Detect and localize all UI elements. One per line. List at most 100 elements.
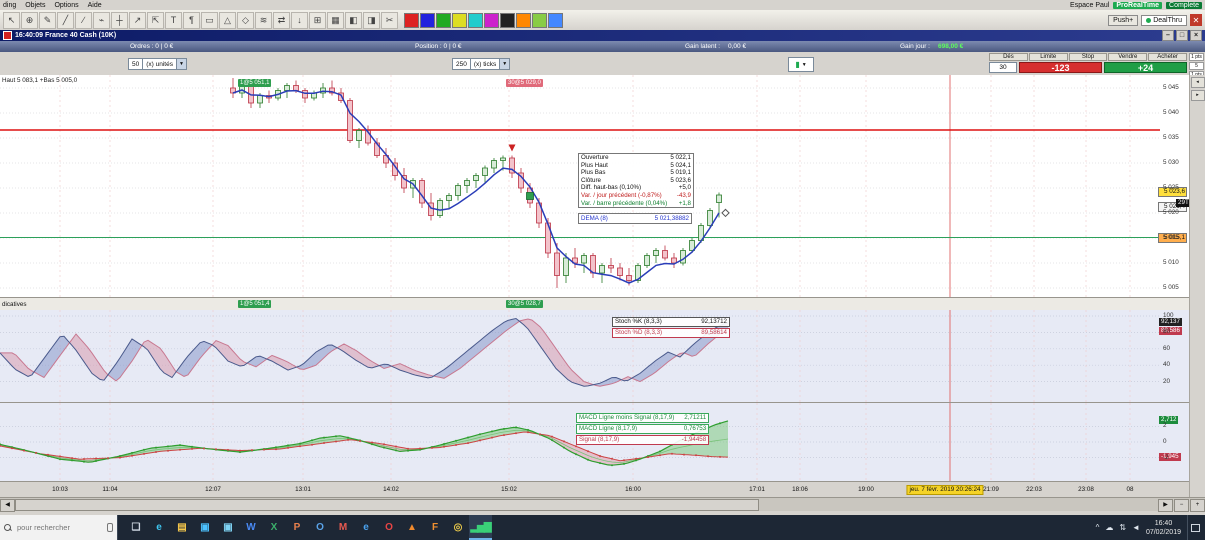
- stochastic-panel[interactable]: Stoch %K (8,3,3) 92,13712 Stoch %D (8,3,…: [0, 310, 1190, 402]
- volume-icon[interactable]: ◄: [1132, 523, 1140, 532]
- expand-panel-icon[interactable]: ▸: [1190, 90, 1205, 101]
- chart-style-icon[interactable]: ▦: [327, 11, 344, 29]
- restore-icon[interactable]: □: [1176, 30, 1188, 41]
- ticks-unit[interactable]: (x) ticks: [470, 58, 501, 70]
- color-swatch-0[interactable]: [404, 12, 419, 28]
- zoom-out-icon[interactable]: −: [1174, 499, 1189, 512]
- zoom-in-icon[interactable]: +: [1190, 499, 1205, 512]
- order-tab-limite[interactable]: Limite: [1028, 53, 1068, 61]
- vlc-icon[interactable]: ▲: [400, 515, 423, 540]
- sell-button[interactable]: -123: [1019, 62, 1102, 73]
- chevron-down-icon: ▼: [801, 61, 807, 68]
- notification-center-icon[interactable]: [1187, 515, 1202, 540]
- window-titlebar[interactable]: 16:40:09 France 40 Cash (10K) – □ ×: [0, 30, 1205, 41]
- arrow-down-icon[interactable]: ↓: [291, 11, 308, 29]
- trend-arrow-icon[interactable]: ↗: [129, 11, 146, 29]
- price-chart-panel[interactable]: Haut 5 083,1 +Bas 5 005,0 1@5 051,1 30@5…: [0, 75, 1190, 297]
- ticks-selector[interactable]: 250 (x) ticks ▼: [452, 58, 511, 70]
- color-swatch-4[interactable]: [468, 12, 483, 28]
- split-right-icon[interactable]: ◨: [363, 11, 380, 29]
- color-swatch-9[interactable]: [548, 12, 563, 28]
- minimize-icon[interactable]: –: [1162, 30, 1174, 41]
- compare-icon[interactable]: ⇄: [273, 11, 290, 29]
- chrome-icon[interactable]: ◎: [446, 515, 469, 540]
- channel-tool-icon[interactable]: ⌁: [93, 11, 110, 29]
- order-tab-stop[interactable]: Stop: [1068, 53, 1108, 61]
- grid-icon[interactable]: ⊞: [309, 11, 326, 29]
- units-unit[interactable]: (x) unités: [143, 58, 177, 70]
- push-button[interactable]: Push+: [1108, 14, 1139, 26]
- color-swatch-3[interactable]: [452, 12, 467, 28]
- file-explorer-icon[interactable]: ▤: [170, 515, 193, 540]
- store-icon[interactable]: ▣: [193, 515, 216, 540]
- order-tab-vendre[interactable]: Vendre: [1108, 53, 1148, 61]
- cloud-icon[interactable]: ☁: [1105, 523, 1113, 532]
- cursor-icon[interactable]: ↖: [3, 11, 20, 29]
- units-selector[interactable]: 50 (x) unités ▼: [128, 58, 187, 70]
- stop-points-field[interactable]: 1 pts: [1189, 53, 1204, 61]
- color-swatch-8[interactable]: [532, 12, 547, 28]
- powerpoint-icon[interactable]: P: [285, 515, 308, 540]
- menu-ding[interactable]: ding: [3, 2, 16, 9]
- gmail-icon[interactable]: M: [331, 515, 354, 540]
- fibonacci-icon[interactable]: ⇱: [147, 11, 164, 29]
- task-view-icon[interactable]: ❏: [124, 515, 147, 540]
- pencil-icon[interactable]: ✎: [39, 11, 56, 29]
- menu-objets[interactable]: Objets: [25, 2, 45, 9]
- units-value[interactable]: 50: [128, 58, 144, 70]
- word-icon[interactable]: W: [239, 515, 262, 540]
- scroll-left-icon[interactable]: ◀: [0, 499, 15, 512]
- firefox-icon[interactable]: F: [423, 515, 446, 540]
- ticks-value[interactable]: 250: [452, 58, 471, 70]
- taskbar-search[interactable]: [0, 515, 118, 540]
- line-tool-icon[interactable]: ╱: [57, 11, 74, 29]
- color-swatch-5[interactable]: [484, 12, 499, 28]
- color-swatch-1[interactable]: [420, 12, 435, 28]
- network-icon[interactable]: ⇅: [1119, 523, 1126, 532]
- order-tab-acheter[interactable]: Acheter: [1148, 53, 1187, 61]
- split-left-icon[interactable]: ◧: [345, 11, 362, 29]
- text-tool-icon[interactable]: T: [165, 11, 182, 29]
- menu-options[interactable]: Options: [54, 2, 78, 9]
- tray-chevron-icon[interactable]: ^: [1096, 523, 1100, 532]
- buy-button[interactable]: +24: [1104, 62, 1187, 73]
- prorealtime-icon[interactable]: ▂▅▇: [469, 515, 492, 540]
- cross-tool-icon[interactable]: ┼: [111, 11, 128, 29]
- close-icon[interactable]: ✕: [1190, 14, 1202, 26]
- chevron-down-icon[interactable]: ▼: [500, 58, 511, 70]
- collapse-panel-icon[interactable]: ◂: [1190, 77, 1205, 88]
- quantity-input[interactable]: [989, 62, 1017, 73]
- photos-icon[interactable]: ▣: [216, 515, 239, 540]
- close-icon[interactable]: ×: [1190, 30, 1202, 41]
- microphone-icon[interactable]: [107, 523, 113, 532]
- wave-tool-icon[interactable]: ≋: [255, 11, 272, 29]
- excel-icon[interactable]: X: [262, 515, 285, 540]
- dealthru-button[interactable]: DealThru: [1141, 14, 1187, 26]
- rectangle-tool-icon[interactable]: ▭: [201, 11, 218, 29]
- edge-blue-icon[interactable]: e: [354, 515, 377, 540]
- macd-panel[interactable]: MACD Ligne moins Signal (8,17,9) 2,71211…: [0, 402, 1190, 482]
- horizontal-scrollbar[interactable]: ◀ ▶ − +: [0, 497, 1205, 512]
- note-tool-icon[interactable]: ¶: [183, 11, 200, 29]
- outlook-icon[interactable]: O: [308, 515, 331, 540]
- triangle-tool-icon[interactable]: △: [219, 11, 236, 29]
- color-swatch-7[interactable]: [516, 12, 531, 28]
- zoom-icon[interactable]: ⊕: [21, 11, 38, 29]
- scrollbar-thumb[interactable]: [15, 499, 759, 511]
- scissors-icon[interactable]: ✂: [381, 11, 398, 29]
- search-input[interactable]: [15, 522, 95, 533]
- mid-points-field[interactable]: 5: [1189, 62, 1204, 70]
- order-tab-dés[interactable]: Dés: [989, 53, 1028, 61]
- ellipse-tool-icon[interactable]: ◇: [237, 11, 254, 29]
- edge-icon[interactable]: e: [147, 515, 170, 540]
- stochastic-chart[interactable]: [0, 310, 1160, 402]
- chevron-down-icon[interactable]: ▼: [176, 58, 187, 70]
- chart-style-selector[interactable]: ▮ ▼: [788, 57, 814, 72]
- scroll-right-icon[interactable]: ▶: [1158, 499, 1173, 512]
- opera-icon[interactable]: O: [377, 515, 400, 540]
- segment-tool-icon[interactable]: ∕: [75, 11, 92, 29]
- taskbar-clock[interactable]: 16:40 07/02/2019: [1146, 519, 1181, 537]
- menu-aide[interactable]: Aide: [88, 2, 102, 9]
- color-swatch-6[interactable]: [500, 12, 515, 28]
- color-swatch-2[interactable]: [436, 12, 451, 28]
